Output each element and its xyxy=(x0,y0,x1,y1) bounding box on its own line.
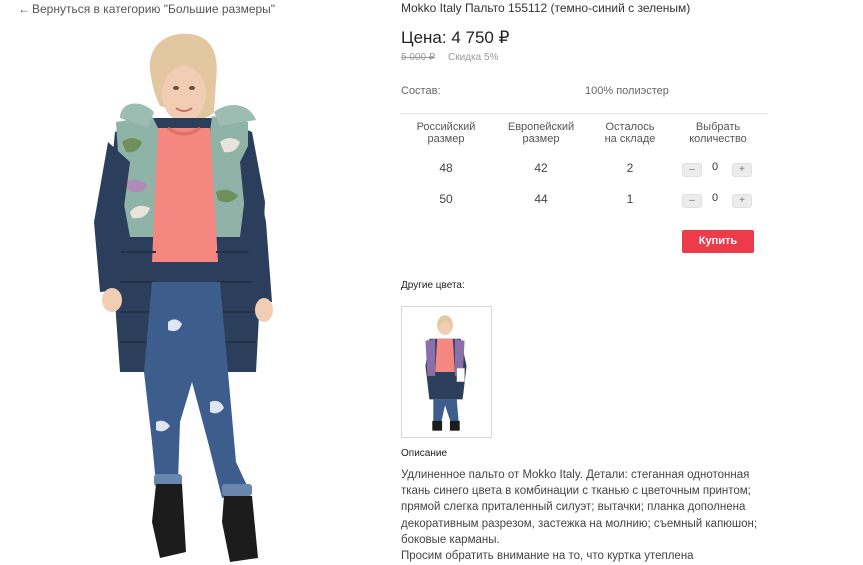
product-price: Цена: 4 750 ₽ xyxy=(401,28,510,47)
row-1-eu-size: 42 xyxy=(534,161,548,175)
row-2-qty-value[interactable]: 0 xyxy=(711,192,719,204)
row-2-stock: 1 xyxy=(626,192,634,206)
model-sweater xyxy=(152,128,218,262)
model-boot-left xyxy=(152,484,186,558)
header-ru-size: Российский размер xyxy=(416,121,476,145)
buy-button[interactable]: Купить xyxy=(682,230,754,253)
discount-badge: Скидка 5% xyxy=(448,52,499,63)
row-1-stock: 2 xyxy=(626,161,634,175)
back-to-category-link[interactable]: ← Вернуться в категорию "Большие размеры" xyxy=(18,2,275,16)
description-title: Описание xyxy=(401,448,448,459)
description-note: Просим обратить внимание на то, что курт… xyxy=(401,550,694,563)
description-text: Удлиненное пальто от Mokko Italy. Детали… xyxy=(401,469,758,546)
row-1-qty-minus-button[interactable]: – xyxy=(682,163,702,177)
row-1-qty-value[interactable]: 0 xyxy=(711,161,719,173)
model-face xyxy=(162,66,206,122)
other-colors-label: Другие цвета: xyxy=(401,280,465,291)
composition-value: 100% полиэстер xyxy=(585,85,669,97)
row-2-qty-stepper: – 0 + xyxy=(682,192,754,208)
product-title: Mokko Italy Пальто 155112 (темно-синий с… xyxy=(401,1,691,15)
row-1-qty-plus-button[interactable]: + xyxy=(732,163,752,177)
row-2-ru-size: 50 xyxy=(439,192,453,206)
row-1-ru-size: 48 xyxy=(439,161,453,175)
row-2-eu-size: 44 xyxy=(534,192,548,206)
description-body: Удлиненное пальто от Mokko Italy. Детали… xyxy=(401,467,771,564)
back-link-label: Вернуться в категорию "Большие размеры" xyxy=(32,2,276,16)
other-color-thumbnail[interactable] xyxy=(401,306,492,438)
composition-row: Состав: 100% полиэстер xyxy=(401,80,768,114)
arrow-left-icon: ← xyxy=(18,2,30,16)
composition-label: Состав: xyxy=(401,85,441,97)
header-eu-size: Европейский размер xyxy=(507,121,575,145)
model-boot-right xyxy=(222,496,258,562)
header-stock: Осталось на складе xyxy=(604,121,656,145)
row-2-qty-minus-button[interactable]: – xyxy=(682,194,702,208)
row-2-qty-plus-button[interactable]: + xyxy=(732,194,752,208)
product-main-image[interactable] xyxy=(60,22,350,565)
row-1-qty-stepper: – 0 + xyxy=(682,161,754,177)
header-qty: Выбрать количество xyxy=(689,121,747,145)
old-price: 5 000 ₽ xyxy=(401,52,436,63)
